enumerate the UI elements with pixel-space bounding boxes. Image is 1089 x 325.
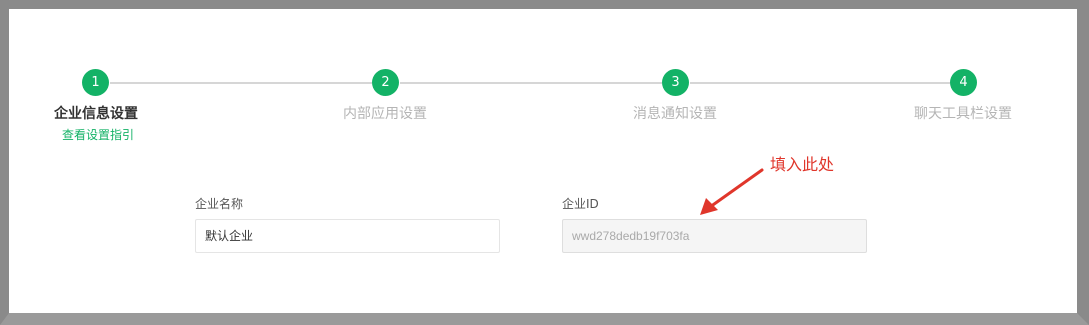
step-2-label[interactable]: 内部应用设置 [343,103,427,123]
step-3-number[interactable]: 3 [662,69,689,96]
step-2-number[interactable]: 2 [372,69,399,96]
stepper-connector-3-4 [690,82,950,84]
step-3-label[interactable]: 消息通知设置 [633,103,717,123]
annotation-text: 填入此处 [770,155,835,174]
step-4-label[interactable]: 聊天工具栏设置 [914,103,1012,123]
company-id-input[interactable]: wwd278dedb19f703fa [562,219,867,253]
company-name-label: 企业名称 [195,197,244,211]
step-1-number[interactable]: 1 [82,69,109,96]
step-4-number[interactable]: 4 [950,69,977,96]
company-name-input[interactable]: 默认企业 [195,219,500,253]
setup-page [9,9,1077,313]
stepper-connector-1-2 [110,82,372,84]
setup-guide-link[interactable]: 查看设置指引 [62,126,134,143]
annotation-arrow-icon [700,168,764,215]
stepper-connector-2-3 [400,82,662,84]
company-id-label: 企业ID [562,197,599,211]
step-1-label[interactable]: 企业信息设置 [54,103,138,123]
